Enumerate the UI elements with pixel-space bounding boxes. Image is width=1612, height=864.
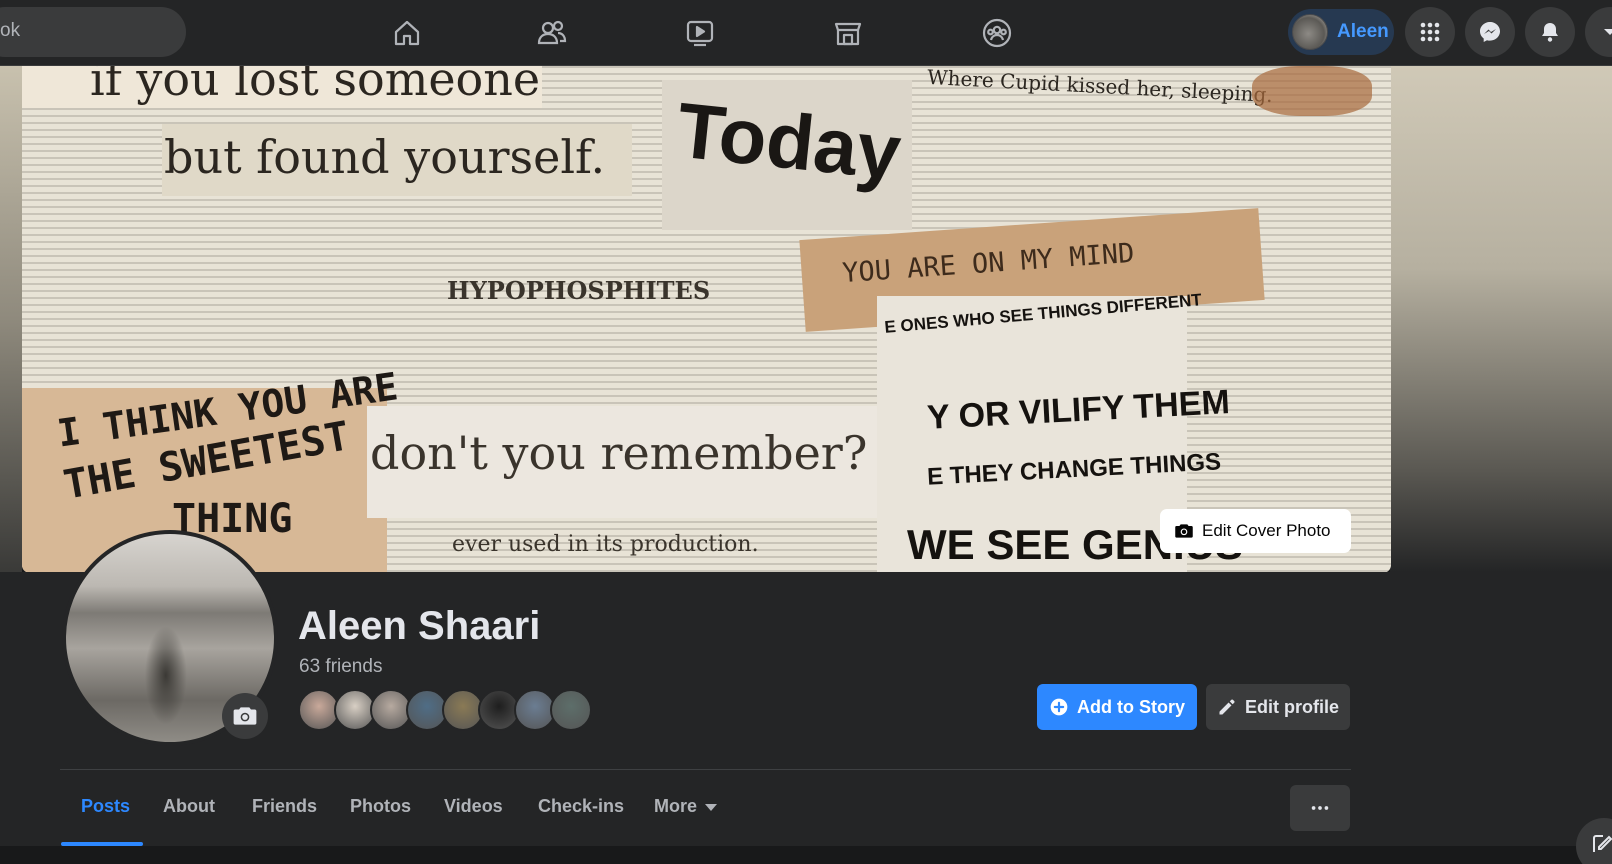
more-options-button[interactable]	[1290, 785, 1350, 831]
messenger-icon	[1480, 22, 1500, 42]
account-menu-button[interactable]	[1585, 7, 1612, 57]
top-navigation-bar: ok Aleen	[0, 0, 1612, 66]
watch-icon[interactable]	[678, 12, 722, 54]
edit-profile-label: Edit profile	[1245, 696, 1339, 717]
profile-name: Aleen Shaari	[298, 604, 541, 648]
compose-icon	[1593, 835, 1612, 852]
edit-cover-label: Edit Cover Photo	[1202, 521, 1331, 540]
bell-icon	[1542, 23, 1558, 42]
cover-photo[interactable]: if you lost someone but found yourself. …	[22, 66, 1391, 573]
tab-about[interactable]: About	[163, 796, 215, 817]
caret-down-icon	[1604, 29, 1612, 35]
search-input[interactable]: ok	[0, 7, 186, 57]
ellipsis-icon	[1311, 806, 1329, 810]
tab-videos[interactable]: Videos	[444, 796, 503, 817]
plus-circle-icon	[1050, 698, 1068, 716]
marketplace-icon[interactable]	[826, 12, 870, 54]
background-blur-right	[1390, 66, 1612, 572]
cover-clipping: if you lost someone	[90, 66, 541, 106]
tab-more[interactable]: More	[654, 796, 718, 817]
home-icon[interactable]	[385, 12, 429, 54]
messenger-button[interactable]	[1465, 7, 1515, 57]
camera-icon	[233, 707, 257, 725]
notifications-button[interactable]	[1525, 7, 1575, 57]
grid-icon	[1420, 22, 1440, 42]
background-blur-left	[0, 66, 22, 572]
cover-clipping: but found yourself.	[164, 130, 606, 184]
friends-icon[interactable]	[530, 12, 574, 54]
tab-friends[interactable]: Friends	[252, 796, 317, 817]
pencil-icon	[1219, 699, 1235, 715]
edit-cover-photo-button[interactable]: Edit Cover Photo	[1160, 509, 1351, 553]
friend-avatar[interactable]	[550, 689, 592, 731]
cover-clipping: don't you remember?	[370, 426, 868, 480]
update-profile-picture-button[interactable]	[222, 693, 268, 739]
account-name: Aleen	[1337, 21, 1389, 42]
friends-count[interactable]: 63 friends	[299, 656, 382, 678]
groups-icon[interactable]	[975, 12, 1019, 54]
menu-grid-button[interactable]	[1405, 7, 1455, 57]
avatar	[1292, 14, 1328, 50]
add-to-story-label: Add to Story	[1077, 696, 1185, 717]
page-background	[0, 846, 1612, 864]
tab-check-ins[interactable]: Check-ins	[538, 796, 624, 817]
edit-profile-button[interactable]: Edit profile	[1206, 684, 1350, 730]
caret-down-icon	[705, 803, 718, 811]
tab-more-label: More	[654, 796, 698, 816]
add-to-story-button[interactable]: Add to Story	[1037, 684, 1197, 730]
camera-icon	[1175, 524, 1193, 538]
cover-clipping: ever used in its production.	[452, 532, 759, 557]
divider	[60, 769, 1351, 770]
tab-photos[interactable]: Photos	[350, 796, 411, 817]
tab-posts[interactable]: Posts	[81, 796, 130, 817]
cover-clipping: HYPOPHOSPHITES	[447, 276, 711, 305]
account-button[interactable]: Aleen	[1288, 9, 1394, 55]
